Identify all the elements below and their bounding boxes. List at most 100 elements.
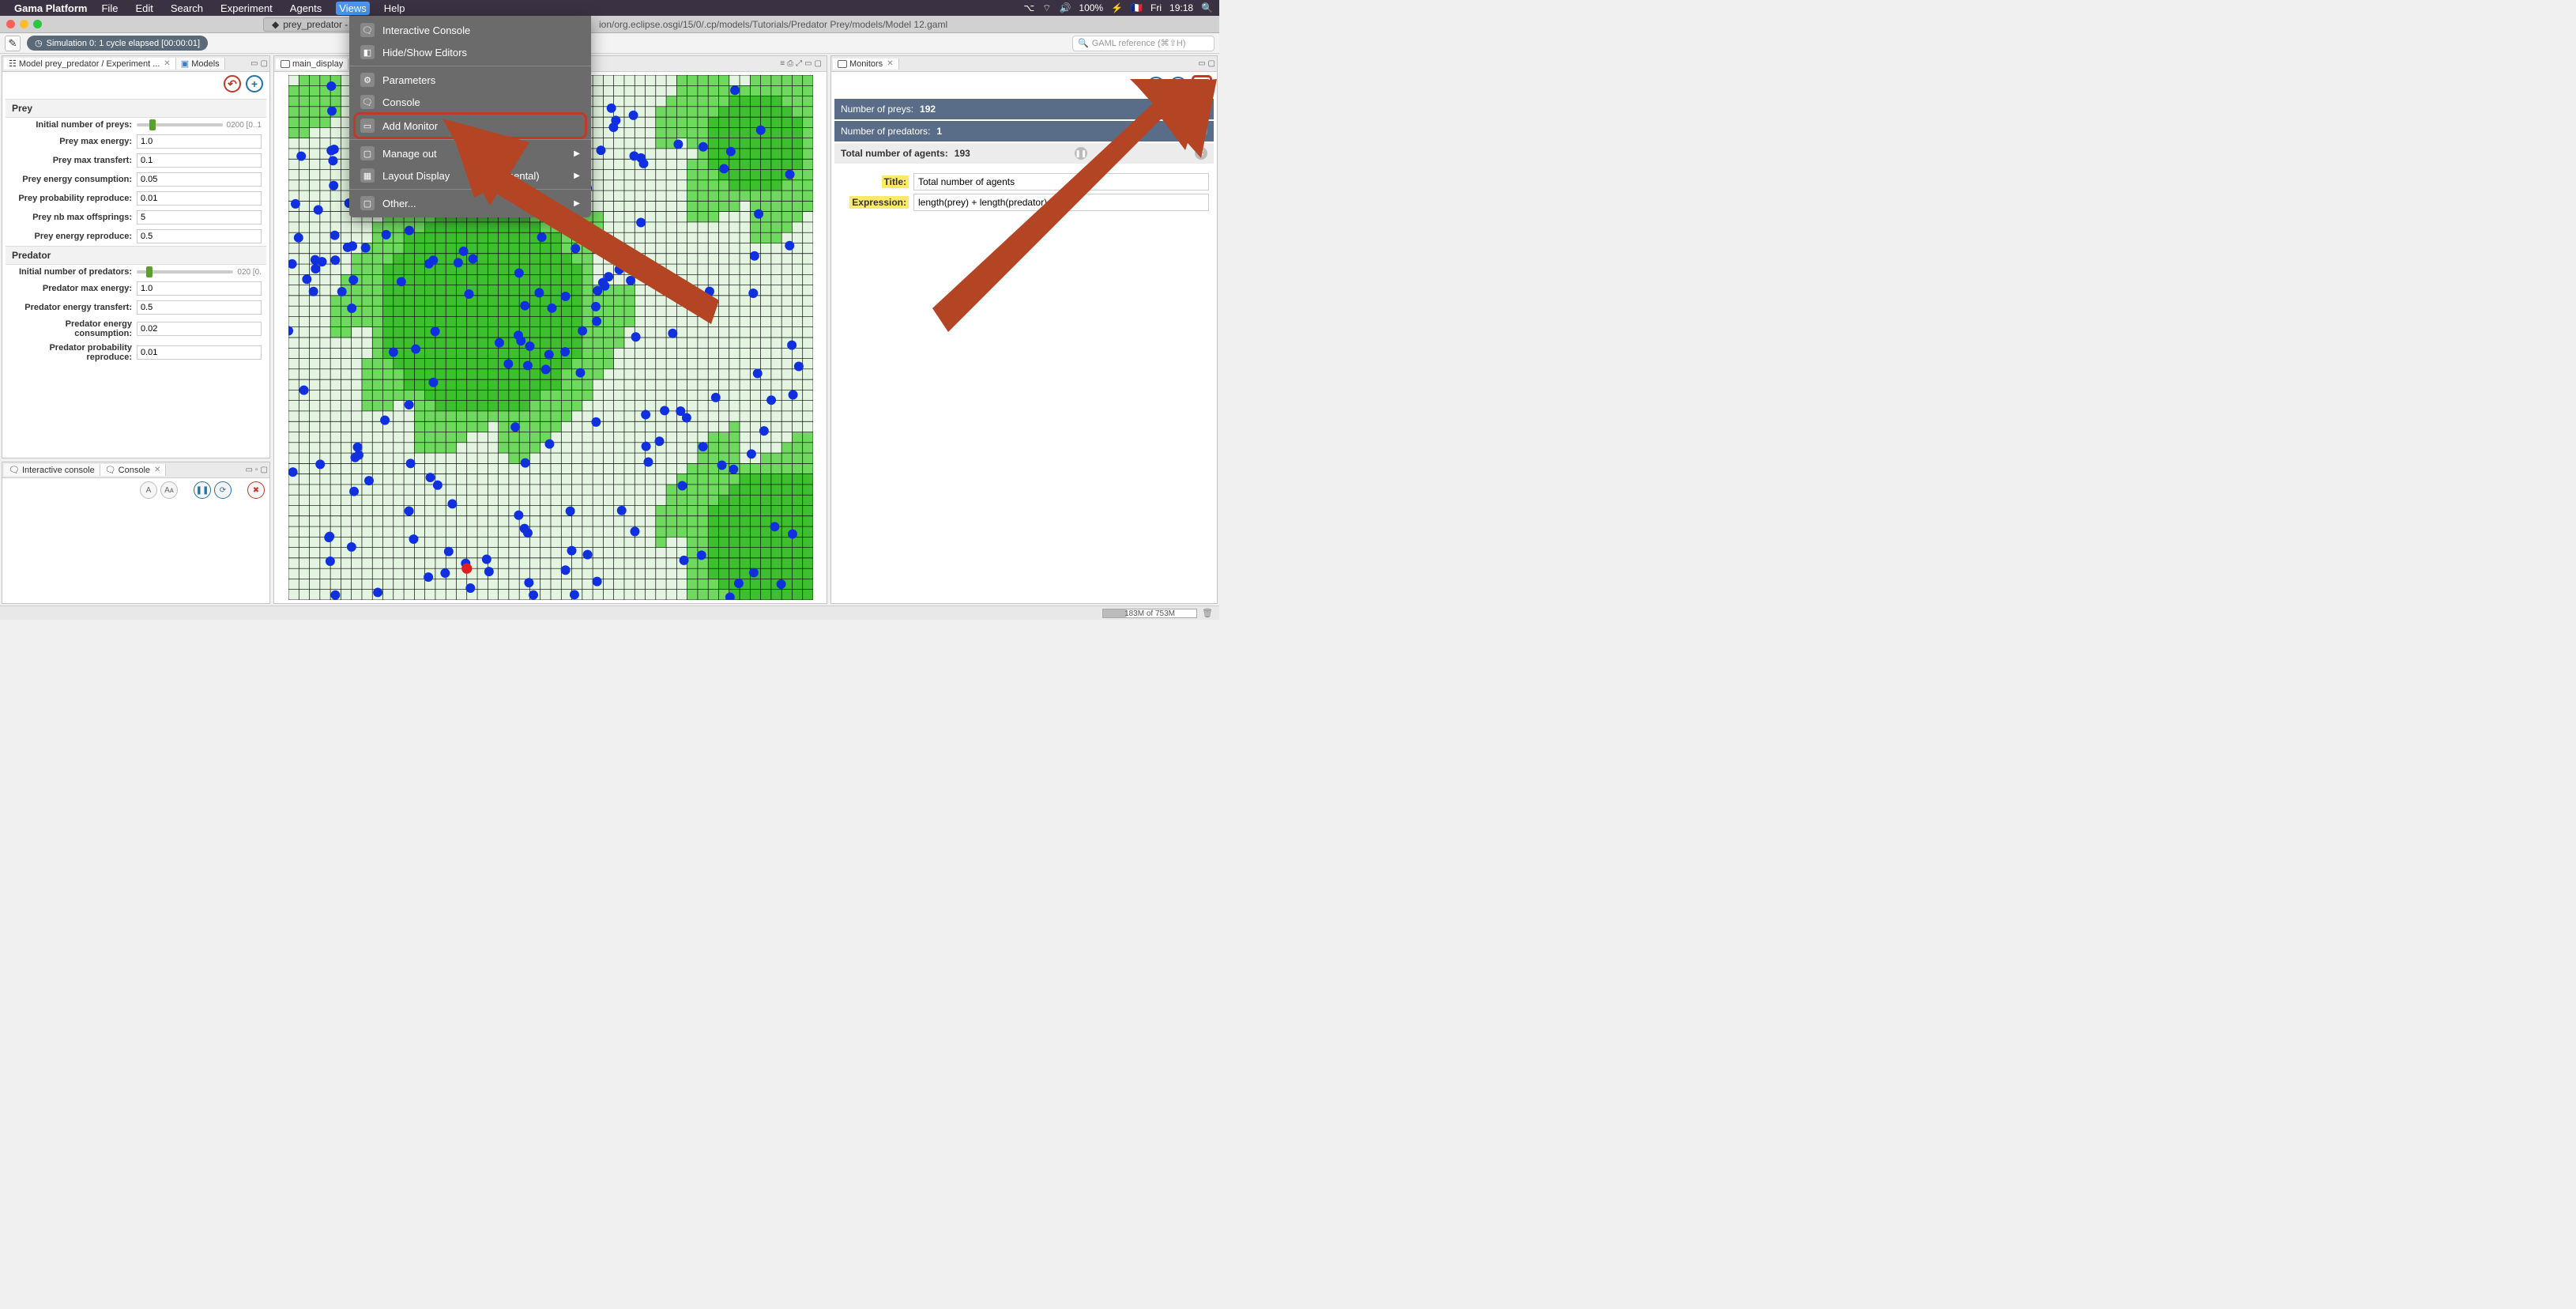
volume-icon[interactable]: 🔊 — [1059, 2, 1071, 13]
simulation-status[interactable]: ◷ Simulation 0: 1 cycle elapsed [00:00:0… — [27, 36, 208, 51]
gc-button[interactable]: 🗑 — [1202, 608, 1213, 618]
flag-icon[interactable]: 🇫🇷 — [1131, 2, 1143, 13]
maximize-icon[interactable]: ▢ — [261, 59, 268, 68]
refresh-console-button[interactable]: ⟳ — [214, 481, 232, 499]
monitor-title-input[interactable] — [913, 173, 1209, 191]
max-icon[interactable]: ▢ — [261, 466, 268, 474]
menu-search[interactable]: Search — [168, 2, 206, 15]
battery-pct: 100% — [1079, 2, 1103, 13]
remove-monitor-button[interactable]: ✕ — [1195, 147, 1207, 160]
min-icon[interactable]: ▭ — [1198, 59, 1205, 68]
predator-energy-consumption-input[interactable] — [137, 322, 262, 336]
prey-max-transfert-input[interactable] — [137, 153, 262, 168]
restore-icon[interactable]: ▫ — [255, 466, 258, 474]
remove-monitor-button[interactable]: ✕ — [1195, 125, 1207, 138]
minimize-window-button[interactable] — [20, 20, 28, 28]
workspace: ☷ Model prey_predator / Experiment ... ✕… — [0, 54, 1219, 605]
clear-console-button[interactable]: ✖ — [247, 481, 265, 499]
file-path: ion/org.eclipse.osgi/15/0/.cp/models/Tut… — [599, 19, 947, 30]
console-tab[interactable]: 🗨Console✕ — [100, 464, 167, 476]
snapshot-icon[interactable]: ⎙ — [787, 59, 793, 68]
dd-add-monitor[interactable]: ▭Add Monitor — [356, 115, 585, 137]
min-icon[interactable]: ▭ — [804, 59, 812, 68]
edit-tool-button[interactable]: ✎ — [5, 36, 21, 51]
prey-prob-reproduce-input[interactable] — [137, 191, 262, 206]
menu-views[interactable]: Views — [336, 2, 369, 15]
wifi-icon[interactable]: ⌔ — [1042, 2, 1051, 14]
prey-nb-offsprings-input[interactable] — [137, 210, 262, 224]
param-initial-preys: Initial number of preys: 0200 [0..1 — [6, 118, 266, 132]
gaml-search-input[interactable]: 🔍 GAML reference (⌘⇧H) — [1072, 36, 1215, 51]
zoom-window-button[interactable] — [33, 20, 42, 28]
pause-console-button[interactable]: ❚❚ — [194, 481, 211, 499]
model-tab[interactable]: ☷ Model prey_predator / Experiment ... ✕ — [4, 58, 176, 70]
max-icon[interactable]: ▢ — [815, 59, 822, 68]
dd-console[interactable]: 🗨Console — [349, 91, 591, 113]
menu-file[interactable]: File — [98, 2, 121, 15]
dd-label: Console — [382, 96, 420, 108]
revert-button[interactable]: ↶ — [224, 75, 241, 92]
simulation-status-text: Simulation 0: 1 cycle elapsed [00:00:01] — [47, 39, 200, 48]
window-icon: ▢ — [360, 196, 375, 210]
monitors-tabbar: Monitors ✕ ▭▢ — [831, 56, 1217, 72]
monitor-row-predators[interactable]: Number of predators: 1 ✕ — [834, 121, 1214, 141]
models-tab[interactable]: ▣ Models — [176, 58, 225, 70]
folder-icon: ▣ — [181, 58, 189, 69]
dd-interactive-console[interactable]: 🗨Interactive Console — [349, 19, 591, 41]
close-icon[interactable]: ✕ — [154, 466, 160, 474]
dd-other[interactable]: ▢Other...▶ — [349, 192, 591, 214]
monitor-value: 1 — [936, 126, 942, 137]
interactive-console-tab[interactable]: 🗨Interactive console — [4, 464, 100, 476]
add-monitor-button[interactable] — [1192, 75, 1212, 96]
menu-agents[interactable]: Agents — [287, 2, 325, 15]
menu-experiment[interactable]: Experiment — [217, 2, 276, 15]
font-aa-button[interactable]: Aᴀ — [160, 481, 178, 499]
battery-icon[interactable]: ⚡ — [1111, 2, 1123, 13]
dd-hide-show-editors[interactable]: ◧Hide/Show Editors — [349, 41, 591, 63]
display-tab-label: main_display — [292, 59, 343, 69]
predator-max-energy-input[interactable] — [137, 281, 262, 296]
tab-label: Interactive console — [22, 466, 95, 475]
prey-max-energy-input[interactable] — [137, 134, 262, 149]
dd-layout-displays[interactable]: ▦Layout Displaymental)▶ — [349, 164, 591, 187]
dd-label: Interactive Console — [382, 25, 470, 36]
parameters-panel: ☷ Model prey_predator / Experiment ... ✕… — [2, 55, 270, 458]
min-icon[interactable]: ▭ — [246, 466, 253, 474]
font-a-button[interactable]: A — [140, 481, 157, 499]
close-window-button[interactable] — [6, 20, 15, 28]
predator-prob-reproduce-input[interactable] — [137, 345, 262, 360]
views-dropdown: 🗨Interactive Console ◧Hide/Show Editors … — [349, 16, 591, 217]
monitor-row-total[interactable]: Total number of agents: 193 ❚❚ ✕ — [834, 143, 1214, 164]
main-display-tab[interactable]: main_display — [276, 58, 348, 70]
predator-energy-transfert-input[interactable] — [137, 300, 262, 315]
refresh-monitors-button[interactable]: ⟳ — [1169, 77, 1187, 94]
menu-help[interactable]: Help — [381, 2, 409, 15]
menu-edit[interactable]: Edit — [132, 2, 156, 15]
prey-energy-reproduce-input[interactable] — [137, 229, 262, 243]
model-tab-label: Model prey_predator / Experiment ... — [19, 59, 160, 69]
monitors-tab[interactable]: Monitors ✕ — [833, 58, 899, 70]
layers-icon[interactable]: ≡ — [780, 59, 785, 68]
max-icon[interactable]: ▢ — [1208, 59, 1215, 68]
dd-label-suffix: mental) — [505, 170, 539, 182]
zoom-icon[interactable]: ⤢ — [796, 59, 802, 68]
bluetooth-icon[interactable]: ⌥ — [1023, 2, 1034, 13]
minimize-icon[interactable]: ▭ — [250, 59, 258, 68]
prey-energy-consumption-input[interactable] — [137, 172, 262, 187]
close-icon[interactable]: ✕ — [164, 59, 170, 68]
remove-monitor-button[interactable]: ✕ — [1195, 103, 1207, 115]
monitor-expression-input[interactable] — [913, 194, 1209, 211]
initial-preys-slider[interactable]: 0200 [0..1 — [137, 121, 262, 130]
dd-manage-outputs[interactable]: ▢Manage out▶ — [349, 142, 591, 164]
add-param-button[interactable]: + — [246, 75, 263, 92]
pause-monitor-button[interactable]: ❚❚ — [1075, 147, 1087, 160]
memory-bar[interactable]: 183M of 753M — [1102, 609, 1197, 618]
initial-predators-slider[interactable]: 020 [0. — [137, 268, 262, 277]
gear-icon: ⚙ — [360, 73, 375, 87]
dd-parameters[interactable]: ⚙Parameters — [349, 69, 591, 91]
pause-monitors-button[interactable]: ❚❚ — [1147, 77, 1165, 94]
spotlight-icon[interactable]: 🔍 — [1201, 2, 1213, 13]
monitor-row-preys[interactable]: Number of preys: 192 ✕ — [834, 99, 1214, 119]
close-icon[interactable]: ✕ — [887, 59, 893, 68]
search-placeholder: GAML reference (⌘⇧H) — [1092, 38, 1186, 48]
